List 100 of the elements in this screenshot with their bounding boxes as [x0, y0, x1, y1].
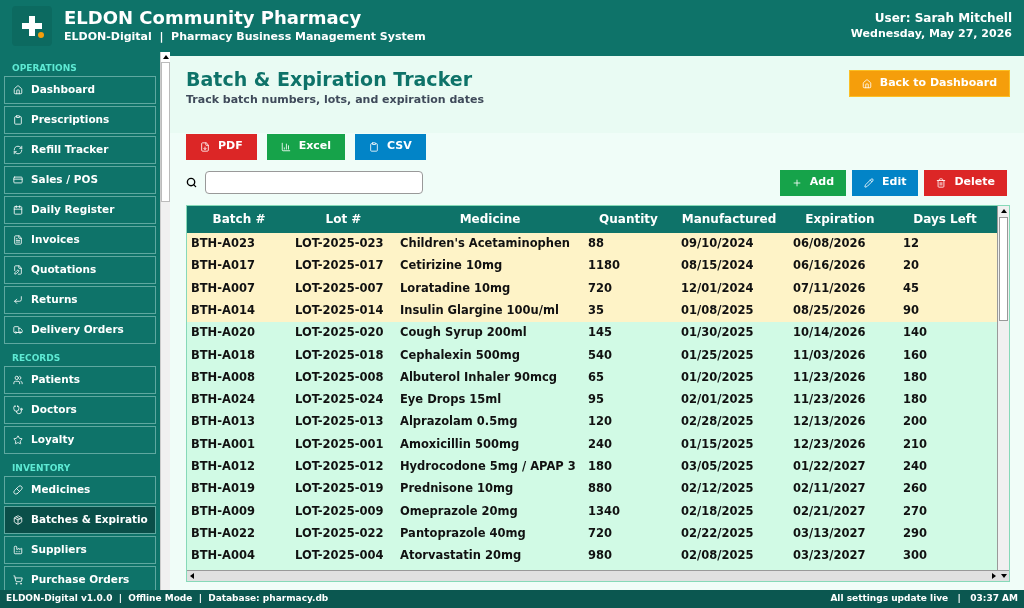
nav-item[interactable]: Purchase Orders: [4, 566, 156, 590]
truck-icon: [13, 325, 23, 335]
table-cell-text: BTH-A018: [190, 346, 256, 364]
house-icon: [861, 78, 872, 89]
table-cell-text: 12/23/2026: [792, 435, 867, 453]
column-header[interactable]: Manufactured: [673, 210, 785, 228]
table-cell-text: Prednisone 10mg: [399, 480, 515, 498]
table-cell-text: LOT-2025-024: [294, 391, 385, 409]
column-header[interactable]: Batch #: [187, 210, 291, 228]
action-button[interactable]: Delete: [924, 169, 1007, 196]
table-row[interactable]: BTH-A007 LOT-2025-007 Loratadine 10mg 720 12/01/2024 07/11/2026 45: [187, 277, 997, 300]
star-icon: [13, 435, 23, 445]
table-cell-text: BTH-A017: [190, 257, 256, 275]
nav-item[interactable]: Loyalty: [4, 426, 156, 454]
table-cell-text: 140: [902, 324, 928, 342]
table-cell-text: 540: [587, 346, 613, 364]
table-cell-text: 45: [902, 279, 920, 297]
sidebar-scrollbar[interactable]: [160, 52, 170, 590]
pencil-icon: [864, 177, 875, 188]
people-icon: [13, 375, 23, 385]
clipboard-icon: [13, 115, 23, 125]
table-cell-text: Eye Drops 15ml: [399, 391, 503, 409]
table-cell-text: 240: [902, 458, 928, 475]
nav-item[interactable]: Prescriptions: [4, 106, 156, 134]
table-cell-text: LOT-2025-001: [294, 435, 385, 453]
nav-item[interactable]: Delivery Orders: [4, 316, 156, 344]
table-cell-text: 12/13/2026: [792, 413, 867, 431]
nav-item[interactable]: Refill Tracker: [4, 136, 156, 164]
logo-icon: [12, 6, 52, 46]
nav-item[interactable]: Sales / POS: [4, 166, 156, 194]
table-cell-text: 11/23/2026: [792, 391, 867, 409]
table-cell-text: 200: [902, 413, 928, 431]
column-header[interactable]: Lot #: [291, 210, 396, 228]
column-header[interactable]: Expiration: [785, 210, 895, 228]
table-cell-text: LOT-2025-014: [294, 301, 385, 319]
table-row[interactable]: BTH-A014 LOT-2025-014 Insulin Glargine 100u/ml 35 01/08/2025 08/25/2026 90: [187, 299, 997, 322]
table-cell-text: Albuterol Inhaler 90mcg: [399, 368, 558, 386]
table-row[interactable]: BTH-A023 LOT-2025-023 Children's Acetaminophen 88 09/10/2024 06/08/2026 12: [187, 232, 997, 255]
action-button[interactable]: Add: [779, 169, 847, 196]
section-label: INVENTORY: [11, 462, 72, 474]
scroll-up-icon[interactable]: [161, 52, 170, 62]
table-cell-text: Hydrocodone 5mg / APAP 3: [399, 458, 577, 475]
column-header[interactable]: Days Left: [895, 210, 995, 228]
table-cell-text: LOT-2025-004: [294, 547, 385, 565]
table-cell-text: LOT-2025-009: [294, 502, 385, 520]
nav-item[interactable]: Dashboard: [4, 76, 156, 104]
table-cell-text: 08/15/2024: [680, 257, 755, 275]
page-title: Batch & Expiration Tracker: [186, 67, 473, 92]
table-cell-text: 02/18/2025: [680, 502, 755, 520]
table-cell-text: 07/11/2026: [792, 279, 867, 297]
table-cell-text: BTH-A007: [190, 279, 256, 297]
table-row[interactable]: BTH-A017 LOT-2025-017 Cetirizine 10mg 1180 08/15/2024 06/16/2026 20: [187, 254, 997, 278]
nav-item[interactable]: Daily Register: [4, 196, 156, 224]
status-left: ELDON-Digital v1.0.0 | Offline Mode | Database: pharmacy.db: [6, 592, 329, 606]
nav-item[interactable]: Medicines: [4, 476, 156, 504]
scroll-thumb[interactable]: [999, 216, 1008, 321]
nav-item[interactable]: Batches & Expiratio: [4, 506, 156, 534]
table-cell-text: 03/23/2027: [792, 547, 867, 565]
table-cell-text: BTH-A020: [190, 324, 256, 342]
table-cell-text: 02/28/2025: [680, 413, 755, 431]
nav-item[interactable]: Returns: [4, 286, 156, 314]
horizontal-scrollbar[interactable]: [187, 569, 1009, 581]
table-cell-text: LOT-2025-017: [294, 257, 385, 275]
table-cell-text: BTH-A022: [190, 524, 256, 542]
cart-icon: [13, 575, 23, 585]
table-cell-text: BTH-A012: [190, 458, 256, 475]
table-cell-text: BTH-A023: [190, 235, 256, 252]
table-cell-text: BTH-A009: [190, 502, 256, 520]
table-cell-text: 01/08/2025: [680, 301, 755, 319]
table-cell-text: 02/21/2027: [792, 502, 867, 520]
table-cell-text: Children's Acetaminophen: [399, 235, 571, 252]
export-button[interactable]: Excel: [266, 133, 346, 160]
table-cell-text: 02/11/2027: [792, 480, 867, 498]
export-button[interactable]: PDF: [186, 133, 257, 160]
column-header[interactable]: Quantity: [584, 210, 673, 228]
table-cell-text: 720: [587, 279, 613, 297]
vertical-scrollbar[interactable]: [997, 205, 1009, 570]
table-cell-text: 180: [587, 458, 613, 475]
table-cell-text: LOT-2025-013: [294, 413, 385, 431]
scroll-thumb[interactable]: [161, 62, 170, 202]
package-icon: [13, 515, 23, 525]
table-cell-text: 300: [902, 547, 928, 565]
table-cell-text: LOT-2025-007: [294, 279, 385, 297]
section-label: OPERATIONS: [11, 62, 78, 74]
table-cell-text: LOT-2025-012: [294, 458, 385, 475]
card-icon: [13, 175, 23, 185]
table-cell-text: 290: [902, 524, 928, 542]
action-button[interactable]: Edit: [852, 169, 919, 196]
search-icon: [186, 177, 197, 188]
column-header[interactable]: Medicine: [396, 210, 584, 228]
export-button[interactable]: CSV: [355, 133, 426, 160]
table-cell-text: 145: [587, 324, 613, 342]
nav-item[interactable]: Doctors: [4, 396, 156, 424]
plus-icon: [791, 177, 802, 188]
nav-item[interactable]: Invoices: [4, 226, 156, 254]
nav-item[interactable]: Patients: [4, 366, 156, 394]
pill-icon: [13, 485, 23, 495]
nav-item[interactable]: Quotations: [4, 256, 156, 284]
search-field[interactable]: [205, 171, 423, 194]
nav-item[interactable]: Suppliers: [4, 536, 156, 564]
